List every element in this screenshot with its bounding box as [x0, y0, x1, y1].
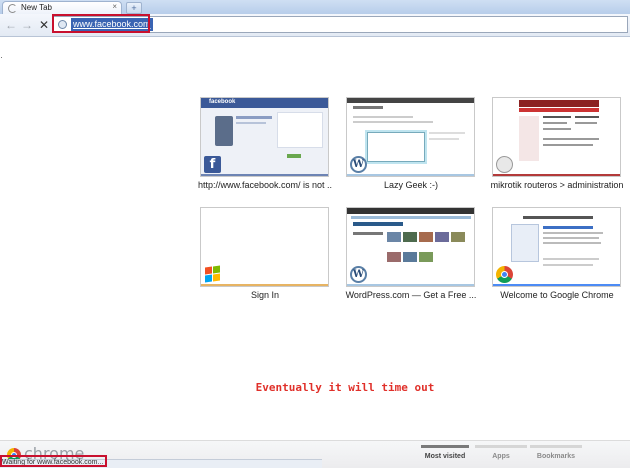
thumbnail-accent-bar — [201, 174, 328, 176]
thumbnail-title[interactable]: http://www.facebook.com/ is not ... — [198, 180, 332, 190]
new-tab-page: facebook f http://www.facebook.com/ is n… — [0, 37, 630, 440]
thumbnail-sign-in[interactable] — [200, 207, 329, 287]
tab-apps[interactable]: Apps — [475, 445, 527, 460]
thumbnail-accent-bar — [493, 174, 620, 176]
tab-new-tab[interactable]: New Tab × — [2, 1, 122, 14]
new-tab-button[interactable]: + — [126, 2, 142, 14]
forward-button[interactable]: → — [20, 17, 34, 33]
thumbnail-google-chrome[interactable] — [492, 207, 621, 287]
stop-loading-button[interactable]: ✕ — [37, 17, 51, 33]
thumbnail-title[interactable]: mikrotik routeros > administration — [490, 180, 624, 190]
wordpress-icon: W — [350, 156, 367, 173]
back-button[interactable]: ← — [4, 17, 18, 33]
thumbnail-title[interactable]: Sign In — [198, 290, 332, 300]
thumbnail-accent-bar — [347, 174, 474, 176]
facebook-brand-text: facebook — [209, 99, 236, 105]
mikrotik-icon — [496, 156, 513, 173]
tab-bookmarks[interactable]: Bookmarks — [530, 445, 582, 460]
wordpress-icon: W — [350, 266, 367, 283]
windows-live-icon — [204, 265, 221, 283]
thumbnail-mikrotik[interactable] — [492, 97, 621, 177]
thumbnail-title[interactable]: WordPress.com — Get a Free ... — [344, 290, 478, 300]
close-tab-icon[interactable]: × — [112, 2, 117, 11]
url-highlight-box — [52, 14, 150, 33]
tab-title: New Tab — [21, 3, 52, 12]
annotation-text: Eventually it will time out — [255, 381, 435, 394]
thumbnail-title[interactable]: Lazy Geek :-) — [344, 180, 478, 190]
thumbnail-accent-bar — [347, 284, 474, 286]
facebook-icon: f — [204, 156, 221, 173]
tab-most-visited[interactable]: Most visited — [421, 445, 469, 460]
status-highlight-box — [0, 455, 107, 467]
stray-dot — [1, 57, 2, 58]
thumbnail-facebook[interactable]: facebook f — [200, 97, 329, 177]
thumbnail-accent-bar — [493, 284, 620, 286]
thumbnail-wordpress[interactable]: W — [346, 207, 475, 287]
tab-strip: New Tab × + — [0, 0, 630, 14]
loading-spinner-icon — [8, 4, 17, 13]
thumbnail-title[interactable]: Welcome to Google Chrome — [490, 290, 624, 300]
chrome-icon — [496, 266, 513, 283]
thumbnail-accent-bar — [201, 284, 328, 286]
thumbnail-lazy-geek[interactable]: W — [346, 97, 475, 177]
